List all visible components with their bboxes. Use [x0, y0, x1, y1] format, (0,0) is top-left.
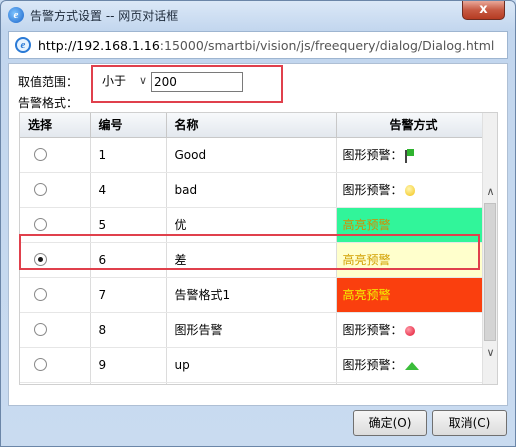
select-cell[interactable]: [20, 137, 91, 173]
select-cell[interactable]: [20, 172, 91, 208]
select-cell[interactable]: [20, 207, 91, 243]
green-flag-icon: [404, 148, 414, 163]
select-cell[interactable]: [20, 312, 91, 348]
ie-page-icon: e: [15, 37, 31, 53]
ie-app-icon: e: [8, 7, 24, 23]
table-row: [20, 382, 485, 384]
header-alert: 告警方式: [336, 113, 485, 138]
close-button[interactable]: x: [462, 1, 505, 20]
row-radio[interactable]: [34, 148, 47, 161]
format-label: 告警格式：: [18, 96, 79, 110]
scroll-up-icon[interactable]: ∧: [483, 183, 497, 200]
alert-cell: 图形预警：: [336, 137, 485, 173]
table-row[interactable]: 1 Good 图形预警：: [20, 137, 485, 173]
vertical-scrollbar[interactable]: ∧ ∨: [482, 113, 497, 384]
select-cell[interactable]: [20, 277, 91, 313]
url-host: http://192.168.1.16: [38, 38, 160, 53]
ok-button[interactable]: 确定(O): [353, 410, 427, 436]
dialog-content: 取值范围： 告警格式： 小于 ∨ 200 选择 编号 名称 告警方式 1 Goo…: [8, 63, 508, 406]
table-header-row: 选择 编号 名称 告警方式: [20, 113, 485, 138]
row-radio[interactable]: [34, 358, 47, 371]
threshold-input[interactable]: 200: [151, 72, 243, 92]
alert-grid: 选择 编号 名称 告警方式 1 Good 图形预警： 4 bad 图形预警： 5…: [19, 112, 498, 385]
id-cell: 8: [90, 312, 167, 348]
table-row[interactable]: 9 up 图形预警：: [20, 347, 485, 383]
cancel-button[interactable]: 取消(C): [432, 410, 507, 436]
dialog-footer: 确定(O) 取消(C): [1, 406, 515, 446]
alert-text: 图形预警：: [342, 148, 403, 162]
window-title: 告警方式设置 -- 网页对话框: [30, 9, 179, 23]
header-name: 名称: [166, 113, 337, 138]
alert-cell: 图形预警：: [336, 312, 485, 348]
row-radio[interactable]: [34, 218, 47, 231]
table-row[interactable]: 5 优 高亮预警: [20, 207, 485, 243]
url-path: :15000/smartbi/vision/js/freequery/dialo…: [159, 38, 495, 53]
alert-cell-highlight-red: 高亮预警: [336, 277, 485, 313]
filter-area: 取值范围： 告警格式： 小于 ∨ 200: [9, 64, 507, 112]
select-cell[interactable]: [20, 242, 91, 278]
green-up-arrow-icon: [404, 361, 419, 370]
alert-cell-highlight-green: 高亮预警: [336, 207, 485, 243]
name-cell: 图形告警: [166, 312, 337, 348]
name-cell: 告警格式1: [166, 277, 337, 313]
row-radio[interactable]: [34, 288, 47, 301]
alert-cell-highlight-yellow: 高亮预警: [336, 242, 485, 278]
row-radio-checked[interactable]: [34, 253, 47, 266]
header-id: 编号: [90, 113, 167, 138]
table-row[interactable]: 7 告警格式1 高亮预警: [20, 277, 485, 313]
name-cell: bad: [166, 172, 337, 208]
address-bar: e http://192.168.1.16:15000/smartbi/visi…: [8, 31, 508, 59]
scroll-down-icon[interactable]: ∨: [483, 344, 497, 361]
name-cell: Good: [166, 137, 337, 173]
alert-text: 图形预警：: [342, 323, 403, 337]
chevron-down-icon: ∨: [138, 74, 147, 87]
name-cell: 差: [166, 242, 337, 278]
name-cell: 优: [166, 207, 337, 243]
operator-value: 小于: [102, 74, 127, 88]
alert-table: 选择 编号 名称 告警方式 1 Good 图形预警： 4 bad 图形预警： 5…: [20, 113, 485, 384]
url-text: http://192.168.1.16:15000/smartbi/vision…: [38, 38, 494, 53]
header-select: 选择: [20, 113, 91, 138]
id-cell: 7: [90, 277, 167, 313]
row-radio[interactable]: [34, 323, 47, 336]
table-row[interactable]: 8 图形告警 图形预警：: [20, 312, 485, 348]
alert-text: 图形预警：: [342, 183, 403, 197]
table-row[interactable]: 4 bad 图形预警：: [20, 172, 485, 208]
scroll-thumb[interactable]: [484, 203, 496, 341]
id-cell: 9: [90, 347, 167, 383]
range-label: 取值范围：: [18, 75, 79, 89]
id-cell: 6: [90, 242, 167, 278]
lightbulb-icon: [404, 185, 415, 196]
title-bar[interactable]: e 告警方式设置 -- 网页对话框 x: [1, 1, 515, 29]
table-row-selected[interactable]: 6 差 高亮预警: [20, 242, 485, 278]
dialog-window: e 告警方式设置 -- 网页对话框 x e http://192.168.1.1…: [0, 0, 516, 447]
id-cell: 4: [90, 172, 167, 208]
alert-text: 图形预警：: [342, 358, 403, 372]
red-pin-icon: [404, 325, 415, 336]
alert-cell: 图形预警：: [336, 172, 485, 208]
id-cell: 1: [90, 137, 167, 173]
name-cell: up: [166, 347, 337, 383]
alert-cell: 图形预警：: [336, 347, 485, 383]
select-cell[interactable]: [20, 347, 91, 383]
id-cell: 5: [90, 207, 167, 243]
operator-select[interactable]: 小于 ∨: [99, 71, 151, 91]
row-radio[interactable]: [34, 183, 47, 196]
